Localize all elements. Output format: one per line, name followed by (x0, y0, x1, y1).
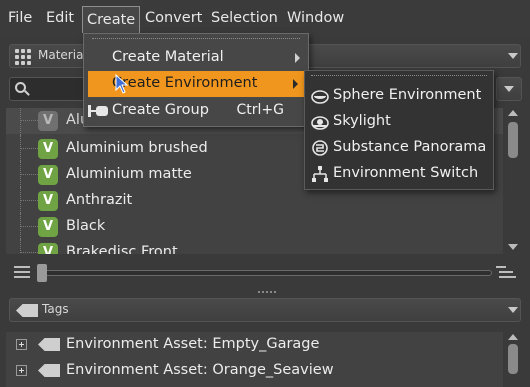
menu-window[interactable]: Window (287, 10, 344, 26)
skylight-item[interactable]: Skylight (305, 109, 493, 135)
list-item[interactable]: V Black (6, 213, 503, 241)
list-view-small-icon[interactable] (14, 266, 30, 280)
slider-handle[interactable] (37, 264, 47, 282)
list-item[interactable]: V Brakedisc Front (6, 239, 503, 254)
list-item[interactable]: Environment Asset: Orange_Seaview (6, 358, 503, 384)
environment-switch-item[interactable]: Environment Switch (305, 161, 493, 187)
menu-item-label: Create Material (112, 49, 224, 65)
menu-create[interactable]: Create (82, 6, 141, 33)
search-icon (14, 81, 30, 97)
vred-material-icon: V (38, 165, 58, 185)
tag-icon (38, 364, 60, 377)
tag-icon (16, 304, 38, 317)
scroll-up-icon[interactable] (508, 110, 518, 116)
substance-panorama-icon (312, 140, 328, 156)
vred-material-icon: V (38, 191, 58, 211)
scroll-up-icon[interactable] (508, 334, 518, 340)
vred-material-icon: V (38, 243, 58, 254)
scroll-down-icon[interactable] (508, 244, 518, 250)
expand-icon[interactable] (16, 339, 27, 350)
skylight-icon (311, 116, 329, 130)
menu-edit[interactable]: Edit (46, 10, 74, 26)
list-item-label: Anthrazit (66, 192, 133, 208)
vred-material-icon: V (38, 139, 58, 159)
environment-submenu: Sphere Environment Skylight Substance Pa… (304, 70, 494, 190)
list-item-label: Aluminium matte (66, 166, 192, 182)
submenu-arrow-icon (295, 53, 300, 63)
list-item-label: Environment Asset: Empty_Garage (66, 336, 320, 352)
submenu-arrow-icon (293, 79, 298, 89)
chevron-down-icon (504, 86, 514, 92)
material-grid-icon (14, 48, 32, 65)
tags-scrollbar[interactable] (503, 332, 523, 387)
list-item-label: Black (66, 218, 106, 234)
tag-icon (38, 338, 60, 351)
expand-icon[interactable] (16, 365, 27, 376)
list-view-large-icon[interactable] (496, 266, 516, 280)
mouse-cursor-icon (115, 74, 129, 94)
tags-list: Environment Asset: Empty_Garage Environm… (6, 332, 503, 387)
sphere-environment-icon (311, 90, 329, 104)
create-material-item[interactable]: Create Material (84, 45, 308, 71)
menu-file[interactable]: File (8, 10, 32, 26)
list-item-label: Environment Asset: Orange_Seaview (66, 362, 334, 378)
tags-selector-label: Tags (42, 302, 69, 316)
list-item-label: Aluminium brushed (66, 140, 208, 156)
menu-item-label: Environment Switch (333, 165, 479, 181)
list-item[interactable]: Environment Asset: Empty_Garage (6, 332, 503, 358)
scrollbar-thumb[interactable] (508, 344, 518, 374)
menu-convert[interactable]: Convert (145, 10, 202, 26)
tags-selector[interactable]: Tags (9, 298, 521, 322)
menu-item-label: Skylight (333, 113, 391, 129)
scrollbar-thumb[interactable] (508, 122, 518, 158)
vred-material-icon: V (38, 111, 58, 131)
chevron-down-icon[interactable] (508, 307, 518, 313)
icon-size-slider[interactable] (40, 270, 492, 276)
panel-splitter-grip[interactable] (258, 291, 276, 293)
environment-switch-icon (312, 166, 328, 182)
filter-dropdown[interactable] (496, 77, 522, 101)
create-group-item[interactable]: Create Group Ctrl+G (84, 98, 308, 124)
substance-panorama-item[interactable]: Substance Panorama (305, 135, 493, 161)
list-item-label: Brakedisc Front (66, 244, 178, 254)
material-selector-label: Materia (38, 48, 84, 62)
menu-item-label: Create Environment (112, 75, 258, 91)
menu-selection[interactable]: Selection (211, 10, 278, 26)
shortcut-label: Ctrl+G (236, 102, 285, 118)
chevron-down-icon[interactable] (508, 53, 518, 59)
list-item[interactable]: V Anthrazit (6, 187, 503, 215)
vred-material-icon: V (38, 217, 58, 237)
menu-item-label: Substance Panorama (333, 139, 487, 155)
menu-item-label: Create Group (112, 102, 209, 118)
sphere-environment-item[interactable]: Sphere Environment (305, 83, 493, 109)
group-icon (88, 105, 108, 117)
menu-item-label: Sphere Environment (333, 87, 482, 103)
list-scrollbar[interactable] (503, 108, 523, 254)
